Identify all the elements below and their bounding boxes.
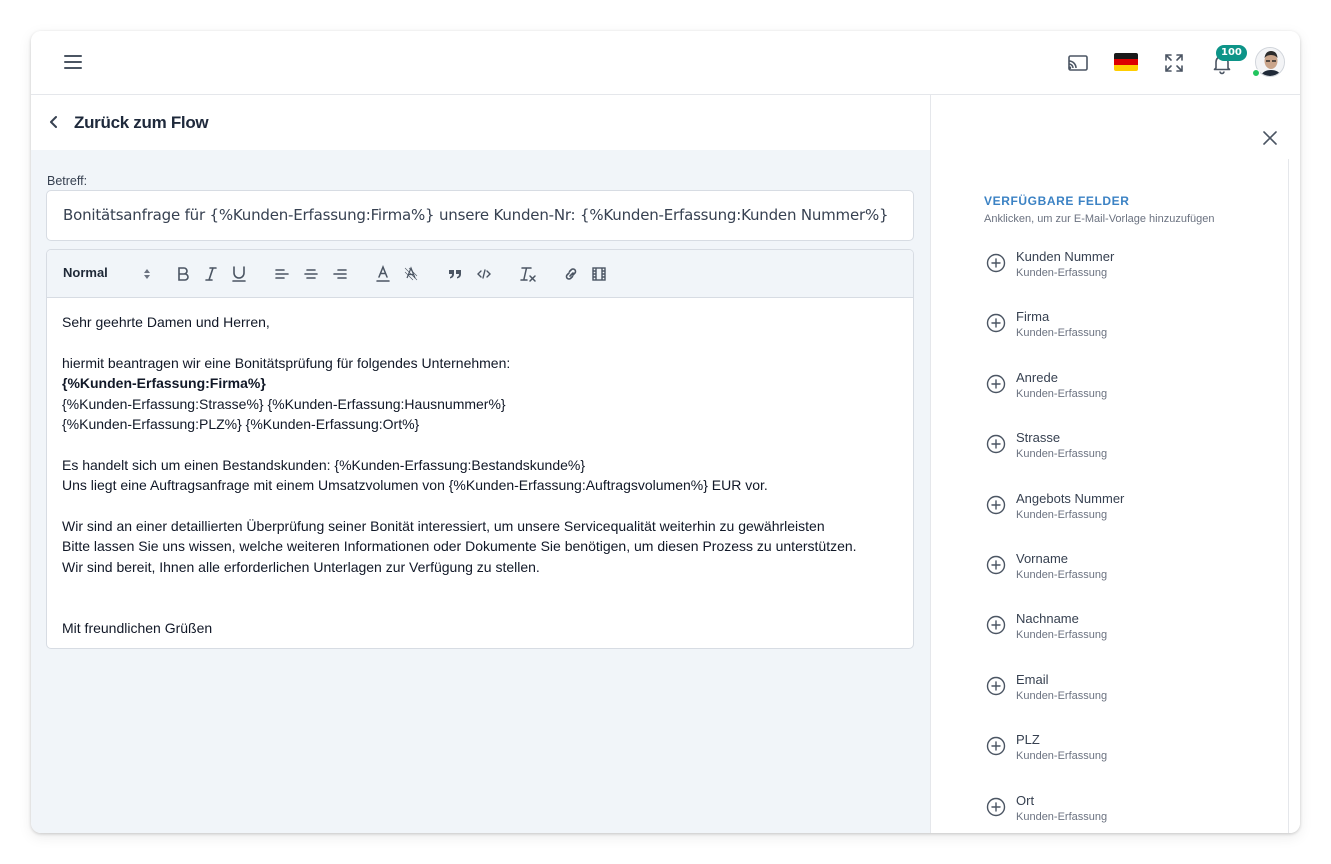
hamburger-menu-icon[interactable] <box>64 53 84 71</box>
plus-circle-icon <box>986 314 1006 333</box>
text-color-button[interactable] <box>375 265 391 283</box>
field-item[interactable]: Vorname Kunden-Erfassung <box>984 549 1274 589</box>
align-left-button[interactable] <box>274 265 290 283</box>
field-source: Kunden-Erfassung <box>1016 508 1108 521</box>
subject-input[interactable]: Bonitätsanfrage für {%Kunden-Erfassung:F… <box>46 190 914 241</box>
video-button[interactable] <box>591 265 607 283</box>
body-line: Bitte lassen Sie uns wissen, welche weit… <box>62 538 857 555</box>
select-arrows-icon <box>144 269 150 279</box>
field-name: Anrede <box>1016 369 1058 385</box>
body-line: Es handelt sich um einen Bestandskunden:… <box>62 456 586 473</box>
field-item[interactable]: Strasse Kunden-Erfassung <box>984 428 1274 468</box>
field-item[interactable]: Ort Kunden-Erfassung <box>984 791 1274 831</box>
field-item[interactable]: PLZ Kunden-Erfassung <box>984 730 1274 770</box>
back-to-flow-link[interactable]: Zurück zum Flow <box>74 113 209 133</box>
body-line: Sehr geehrte Damen und Herren, <box>62 314 270 330</box>
field-item[interactable]: Anrede Kunden-Erfassung <box>984 368 1274 408</box>
field-item[interactable]: Email Kunden-Erfassung <box>984 670 1274 710</box>
company-placeholder: {%Kunden-Erfassung:Firma%} <box>62 375 266 392</box>
fields-title: VERFÜGBARE FELDER <box>984 194 1130 208</box>
body-line: {%Kunden-Erfassung:Strasse%} {%Kunden-Er… <box>62 395 506 412</box>
body-line: {%Kunden-Erfassung:PLZ%} {%Kunden-Erfass… <box>62 416 420 433</box>
body-line: Uns liegt eine Auftragsanfrage mit einem… <box>62 477 768 494</box>
align-right-button[interactable] <box>332 265 348 283</box>
editor-toolbar: Normal <box>47 250 913 298</box>
back-bar: Zurück zum Flow <box>31 95 930 150</box>
field-name: Nachname <box>1016 611 1079 627</box>
app-window: 100 Zurück zum Flow Betreff: Bonitätsanf… <box>31 31 1300 833</box>
italic-button[interactable] <box>204 265 218 283</box>
field-item[interactable]: Firma Kunden-Erfassung <box>984 307 1274 347</box>
field-source: Kunden-Erfassung <box>1016 810 1108 823</box>
field-item[interactable]: Nachname Kunden-Erfassung <box>984 609 1274 649</box>
code-button[interactable] <box>476 265 492 283</box>
field-source: Kunden-Erfassung <box>1016 387 1108 400</box>
fullscreen-icon[interactable] <box>1162 51 1186 75</box>
plus-circle-icon <box>986 555 1006 575</box>
cast-icon[interactable] <box>1066 51 1090 75</box>
plus-circle-icon <box>986 253 1006 273</box>
plus-circle-icon <box>986 434 1006 454</box>
underline-button[interactable] <box>231 265 247 283</box>
field-name: Angebots Nummer <box>1016 490 1125 506</box>
available-fields-panel: VERFÜGBARE FELDER Anklicken, um zur E-Ma… <box>930 95 1300 833</box>
field-name: Vorname <box>1016 551 1069 566</box>
fields-hint: Anklicken, um zur E-Mail-Vorlage hinzuzu… <box>984 213 1215 225</box>
notification-count-badge: 100 <box>1216 45 1247 61</box>
plus-circle-icon <box>986 616 1006 635</box>
plus-circle-icon <box>986 495 1006 514</box>
body-line: Mit freundlichen Grüßen <box>62 620 213 637</box>
field-name: Email <box>1016 671 1049 687</box>
subject-label: Betreff: <box>47 174 88 188</box>
align-center-button[interactable] <box>303 265 319 283</box>
blockquote-button[interactable] <box>447 265 463 283</box>
field-source: Kunden-Erfassung <box>1016 750 1108 763</box>
field-source: Kunden-Erfassung <box>1016 629 1108 642</box>
bold-button[interactable] <box>175 265 191 283</box>
clear-formatting-button[interactable] <box>519 265 537 283</box>
field-name: Kunden Nummer <box>1016 249 1115 264</box>
field-name: Ort <box>1016 792 1035 808</box>
body-line <box>62 577 902 597</box>
body-line <box>62 332 902 352</box>
online-status-dot <box>1252 69 1260 77</box>
field-source: Kunden-Erfassung <box>1016 327 1108 340</box>
body-line <box>62 598 902 618</box>
plus-circle-icon <box>986 797 1006 816</box>
email-body[interactable]: Sehr geehrte Damen und Herren, hiermit b… <box>62 312 902 638</box>
editor-pane: Zurück zum Flow Betreff: Bonitätsanfrage… <box>31 95 930 833</box>
panel-scrollbar[interactable] <box>1288 159 1289 833</box>
body-line: Wir sind bereit, Ihnen alle erforderlich… <box>62 558 540 575</box>
link-button[interactable] <box>563 265 579 283</box>
field-source: Kunden-Erfassung <box>1016 569 1108 581</box>
top-bar: 100 <box>31 31 1300 95</box>
body-line-bold: {%Kunden-Erfassung:Firma%} <box>62 373 902 393</box>
field-item[interactable]: Angebots Nummer Kunden-Erfassung <box>984 489 1274 529</box>
plus-circle-icon <box>986 374 1006 393</box>
plus-circle-icon <box>986 736 1006 756</box>
field-source: Kunden-Erfassung <box>1016 689 1108 702</box>
chevron-left-icon[interactable] <box>47 113 61 131</box>
format-select[interactable]: Normal <box>63 265 151 283</box>
body-line: Wir sind an einer detaillierten Überprüf… <box>62 518 825 535</box>
plus-circle-icon <box>986 676 1006 695</box>
body-line: hiermit beantragen wir eine Bonitätsprüf… <box>62 354 511 371</box>
field-source: Kunden-Erfassung <box>1016 267 1108 279</box>
body-line <box>62 496 902 516</box>
rich-text-editor: Normal Sehr geehrte Damen und Herren, hi… <box>46 249 914 649</box>
field-name: PLZ <box>1016 732 1040 748</box>
field-item[interactable]: Kunden Nummer Kunden-Erfassung <box>984 247 1274 287</box>
format-select-value: Normal <box>63 265 108 280</box>
body-line <box>62 434 902 454</box>
field-source: Kunden-Erfassung <box>1016 448 1108 461</box>
field-name: Firma <box>1016 309 1050 325</box>
germany-flag-icon[interactable] <box>1114 53 1138 71</box>
field-name: Strasse <box>1016 430 1061 446</box>
background-color-button[interactable] <box>403 265 419 283</box>
close-icon[interactable] <box>1261 129 1279 147</box>
